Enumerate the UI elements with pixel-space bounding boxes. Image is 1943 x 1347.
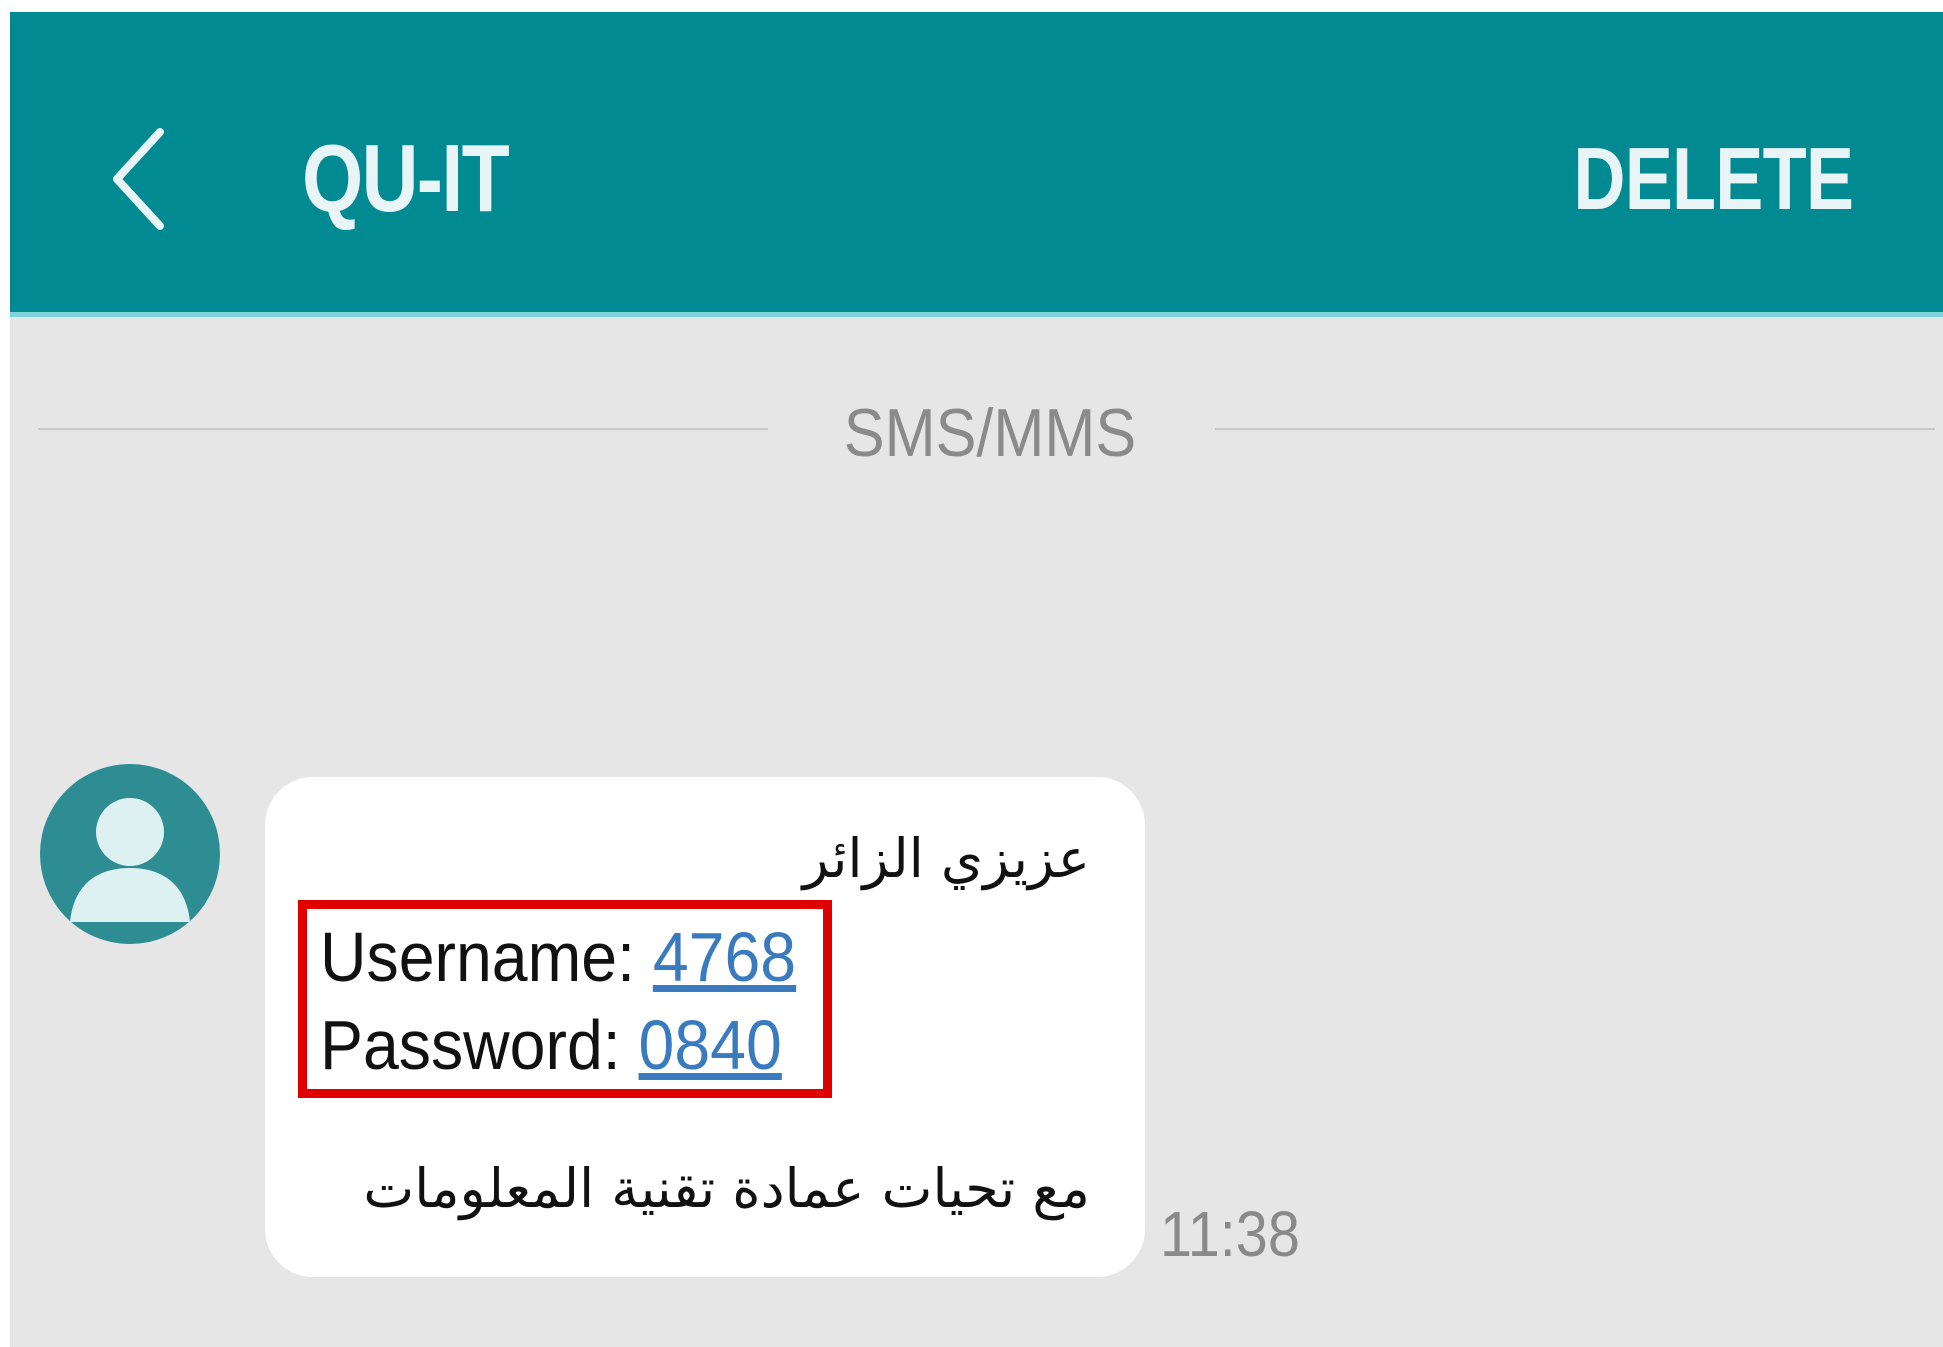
- conversation-title: QU-IT: [302, 125, 510, 232]
- back-button[interactable]: [105, 124, 175, 234]
- chevron-left-icon: [113, 128, 164, 230]
- message-timestamp: 11:38: [1160, 1198, 1300, 1270]
- channel-label: SMS/MMS: [843, 395, 1137, 471]
- credentials-highlight-box: [298, 900, 832, 1098]
- delete-button[interactable]: DELETE: [1573, 128, 1854, 230]
- divider-line-left: [38, 428, 768, 430]
- app-bar: QU-IT DELETE: [10, 12, 1943, 317]
- conversation-screen: QU-IT DELETE SMS/MMS عزيزي الزائر Userna…: [10, 12, 1943, 1347]
- message-closing: مع تحيات عمادة تقنية المعلومات: [363, 1157, 1090, 1220]
- sender-avatar[interactable]: [40, 764, 220, 944]
- message-greeting: عزيزي الزائر: [802, 827, 1090, 890]
- divider-line-right: [1215, 428, 1935, 430]
- message-bubble[interactable]: عزيزي الزائر Username: 4768 Password: 08…: [265, 777, 1145, 1277]
- person-avatar-icon: [70, 798, 190, 922]
